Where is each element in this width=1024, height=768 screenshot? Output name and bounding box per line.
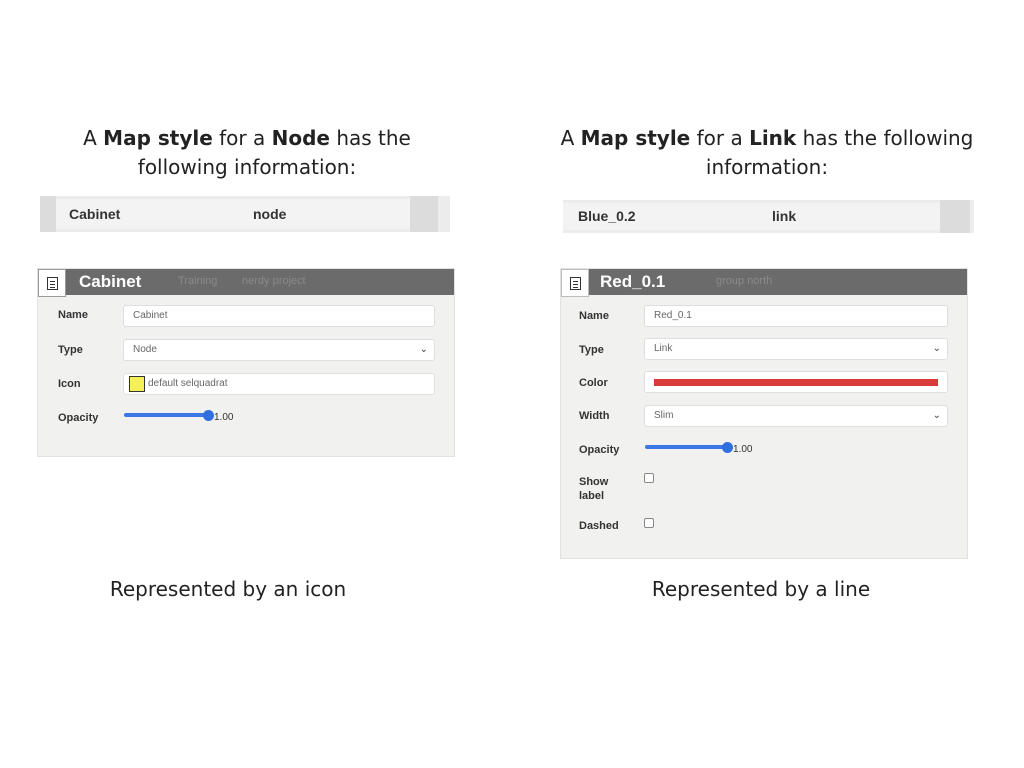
show-label-checkbox[interactable] (644, 473, 654, 483)
color-swatch-bar (654, 379, 938, 386)
dashed-label: Dashed (579, 520, 619, 532)
row-name: Cabinet (69, 206, 121, 222)
link-heading-line1: A Map style for a Link has the following (560, 126, 974, 150)
opacity-label: Opacity (579, 444, 620, 456)
opacity-slider-knob[interactable] (203, 410, 214, 421)
chevron-down-icon: ⌄ (932, 343, 941, 354)
name-label: Name (58, 309, 88, 321)
panel-list-icon[interactable] (38, 269, 66, 297)
name-field[interactable]: Red_0.1 (644, 305, 948, 327)
width-label: Width (579, 410, 610, 422)
type-label: Type (58, 344, 83, 356)
type-select[interactable]: Link ⌄ (644, 338, 948, 360)
link-caption: Represented by a line (651, 577, 871, 601)
chevron-down-icon: ⌄ (419, 344, 428, 355)
row-right-edge (940, 200, 970, 233)
node-style-row[interactable]: Cabinet node (40, 196, 450, 232)
row-right-edge (410, 196, 438, 232)
type-label: Type (579, 344, 604, 356)
node-term: Node (271, 126, 330, 150)
type-select-value: Link (654, 343, 673, 354)
ghost-text: nerdy project (242, 275, 306, 287)
dashed-checkbox[interactable] (644, 518, 654, 528)
node-style-panel: Training nerdy project Cabinet Name Cabi… (37, 268, 455, 457)
node-caption: Represented by an icon (109, 577, 347, 601)
link-heading-line2: information: (705, 155, 829, 179)
opacity-value: 1.00 (733, 444, 753, 455)
row-type: link (772, 208, 797, 224)
width-select[interactable]: Slim ⌄ (644, 405, 948, 427)
icon-label: Icon (58, 378, 81, 390)
width-select-value: Slim (654, 410, 674, 421)
map-style-term: Map style (103, 126, 213, 150)
link-style-row[interactable]: Blue_0.2 link (563, 200, 974, 233)
chevron-down-icon: ⌄ (932, 410, 941, 421)
panel-title: Cabinet (79, 272, 142, 291)
name-field[interactable]: Cabinet (123, 305, 435, 327)
panel-list-icon[interactable] (561, 269, 589, 297)
row-type: node (253, 206, 287, 222)
opacity-label: Opacity (58, 412, 99, 424)
node-heading: A Map style for a Node has the following… (40, 124, 454, 182)
icon-swatch[interactable] (129, 376, 145, 392)
link-style-panel: group north Red_0.1 Name Red_0.1 Type Li… (560, 268, 968, 559)
name-label: Name (579, 310, 609, 322)
ghost-text: Training (178, 275, 218, 287)
link-term: Link (749, 126, 797, 150)
color-field[interactable] (644, 371, 948, 393)
node-heading-line1: A Map style for a Node has the (83, 126, 411, 150)
map-style-term: Map style (580, 126, 691, 150)
type-select[interactable]: Node ⌄ (123, 339, 435, 361)
color-label: Color (579, 377, 608, 389)
show-label-label: Show label (579, 476, 609, 502)
node-heading-line2: following information: (137, 155, 357, 179)
icon-field[interactable]: default selquadrat (123, 373, 435, 395)
opacity-slider-track[interactable] (124, 413, 208, 417)
opacity-slider-knob[interactable] (722, 442, 733, 453)
icon-value: default selquadrat (148, 378, 228, 389)
ghost-text: group north (716, 275, 773, 287)
row-name: Blue_0.2 (578, 208, 636, 224)
link-heading: A Map style for a Link has the following… (560, 124, 974, 182)
opacity-value: 1.00 (214, 412, 234, 423)
opacity-slider-track[interactable] (645, 445, 727, 449)
panel-title: Red_0.1 (600, 272, 666, 291)
type-select-value: Node (133, 344, 157, 355)
row-left-edge (40, 196, 56, 232)
